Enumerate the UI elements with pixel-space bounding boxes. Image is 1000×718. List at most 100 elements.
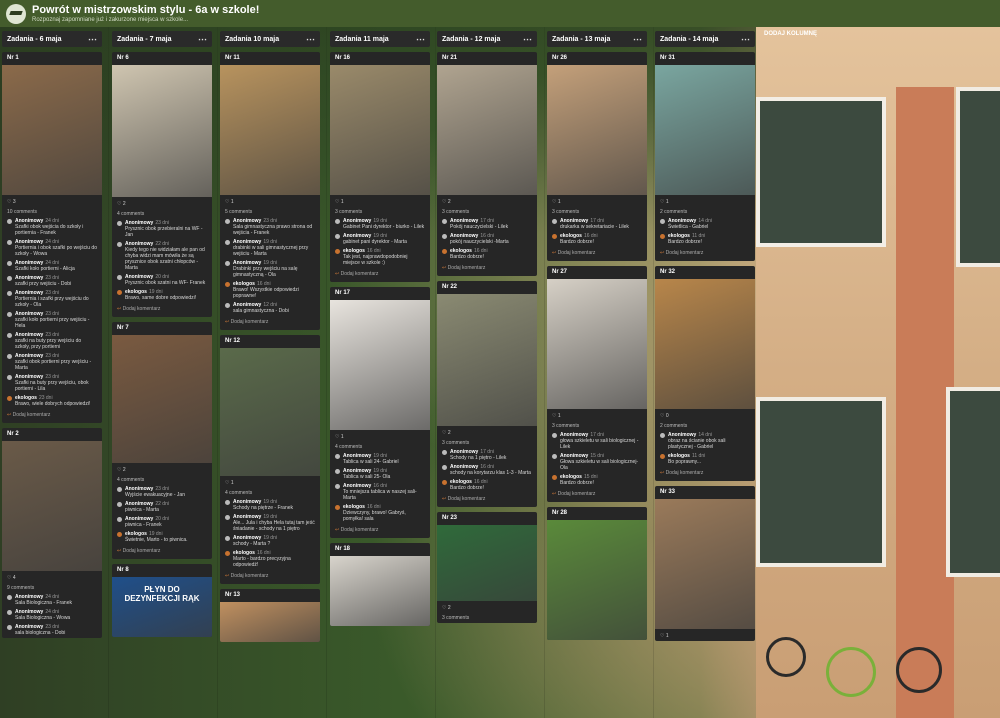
post-photo[interactable] <box>220 348 320 476</box>
column-menu-icon[interactable]: ⋯ <box>88 34 97 45</box>
likes-count[interactable]: ♡ 1 <box>547 195 647 207</box>
post-photo[interactable] <box>220 65 320 195</box>
comment: Anonimowy 16 dni schody na korytarzu klas … <box>437 463 537 478</box>
post-photo[interactable] <box>112 335 212 463</box>
avatar <box>7 333 12 338</box>
add-column-button[interactable]: DODAJ KOLUMNĘ <box>764 31 817 37</box>
column-menu-icon[interactable]: ⋯ <box>416 34 425 45</box>
likes-count[interactable]: ♡ 1 <box>220 476 320 488</box>
post-card[interactable]: Nr 7 ♡ 2 4 comments Anonimowy 23 dni Wyjście … <box>112 322 212 559</box>
column-title: Zadania - 6 maja <box>7 35 62 43</box>
post-photo[interactable] <box>437 65 537 195</box>
likes-count[interactable]: ♡ 2 <box>437 195 537 207</box>
post-card[interactable]: Nr 21 ♡ 2 3 comments Anonimowy 17 dni Pokój n… <box>437 52 537 276</box>
column-menu-icon[interactable]: ⋯ <box>633 34 642 45</box>
column-menu-icon[interactable]: ⋯ <box>306 34 315 45</box>
likes-count[interactable]: ♡ 2 <box>437 426 537 438</box>
post-number: Nr 27 <box>552 269 568 275</box>
post-photo[interactable] <box>547 520 647 640</box>
post-card[interactable]: Nr 13 <box>220 589 320 642</box>
post-photo[interactable] <box>220 602 320 642</box>
add-comment-button[interactable]: Dodaj komentarz <box>330 268 430 282</box>
post-photo[interactable] <box>655 65 755 195</box>
post-card[interactable]: Nr 17 ♡ 1 4 comments Anonimowy 19 dni Tablica… <box>330 287 430 538</box>
post-card[interactable]: Nr 32 ♡ 0 2 comments Anonimowy 14 dni obraz n… <box>655 266 755 481</box>
likes-count[interactable]: ♡ 1 <box>330 195 430 207</box>
post-card[interactable]: Nr 12 ♡ 1 4 comments Anonimowy 19 dni Schody … <box>220 335 320 584</box>
post-card[interactable]: Nr 8 PŁYN DO DEZYNFEKCJI RĄK <box>112 564 212 637</box>
add-comment-button[interactable]: Dodaj komentarz <box>112 303 212 317</box>
post-card[interactable]: Nr 18 <box>330 543 430 626</box>
add-comment-button[interactable]: Dodaj komentarz <box>547 247 647 261</box>
likes-count[interactable]: ♡ 1 <box>655 195 755 207</box>
post-card[interactable]: Nr 2 ♡ 4 9 comments Anonimowy 24 dni Sala Bio… <box>2 428 102 638</box>
post-photo[interactable] <box>655 499 755 629</box>
post-card[interactable]: Nr 11 ♡ 1 5 comments Anonimowy 23 dni Sala gi… <box>220 52 320 330</box>
post-photo[interactable] <box>2 65 102 195</box>
likes-count[interactable]: ♡ 1 <box>655 629 755 641</box>
add-comment-button[interactable]: Dodaj komentarz <box>655 467 755 481</box>
post-photo[interactable] <box>437 525 537 601</box>
post-card[interactable]: Nr 31 ♡ 1 2 comments Anonimowy 14 dni Świetli… <box>655 52 755 261</box>
post-card[interactable]: Nr 6 ♡ 2 4 comments Anonimowy 23 dni Prysznic… <box>112 52 212 317</box>
add-comment-button[interactable]: Dodaj komentarz <box>220 316 320 330</box>
post-card[interactable]: Nr 23 ♡ 2 3 comments <box>437 512 537 623</box>
post-photo[interactable] <box>655 279 755 409</box>
post-card[interactable]: Nr 16 ♡ 1 3 comments Anonimowy 19 dni Gabinet… <box>330 52 430 282</box>
add-comment-button[interactable]: Dodaj komentarz <box>220 570 320 584</box>
add-comment-button[interactable]: Dodaj komentarz <box>437 262 537 276</box>
add-comment-button[interactable]: Dodaj komentarz <box>547 488 647 502</box>
add-comment-button[interactable]: Dodaj komentarz <box>655 247 755 261</box>
post-photo[interactable] <box>330 65 430 195</box>
comment: ekologos 16 dni Marto - bardzo precyzyjna … <box>220 549 320 570</box>
column-header[interactable]: Zadania - 14 maja ⋯ <box>655 31 755 47</box>
likes-count[interactable]: ♡ 2 <box>437 601 537 613</box>
comment: Anonimowy 19 dni Ale... Jula i chyba Hela … <box>220 513 320 534</box>
add-comment-button[interactable]: Dodaj komentarz <box>112 545 212 559</box>
post-photo[interactable] <box>112 65 212 197</box>
comment-text: szafki obok portierni przy wejściu - Mar… <box>15 359 92 371</box>
post-card[interactable]: Nr 27 ♡ 1 3 comments Anonimowy 17 dni głowa s… <box>547 266 647 502</box>
column-header[interactable]: Zadania 10 maja ⋯ <box>220 31 320 47</box>
post-card[interactable]: Nr 26 ♡ 1 3 comments Anonimowy 17 dni drukark… <box>547 52 647 261</box>
likes-count[interactable]: ♡ 1 <box>330 430 430 442</box>
post-photo[interactable] <box>330 556 430 626</box>
post-card[interactable]: Nr 22 ♡ 2 3 comments Anonimowy 17 dni Schody … <box>437 281 537 507</box>
column-header[interactable]: Zadania 11 maja ⋯ <box>330 31 430 47</box>
comment-text: Sala Biologiczna - Franek <box>15 600 72 606</box>
post-number: Nr 17 <box>335 290 351 296</box>
add-comment-button[interactable]: Dodaj komentarz <box>2 409 102 423</box>
likes-count[interactable]: ♡ 2 <box>112 197 212 209</box>
likes-count[interactable]: ♡ 2 <box>112 463 212 475</box>
column-menu-icon[interactable]: ⋯ <box>523 34 532 45</box>
column-menu-icon[interactable]: ⋯ <box>741 34 750 45</box>
likes-count[interactable]: ♡ 0 <box>655 409 755 421</box>
add-comment-button[interactable]: Dodaj komentarz <box>437 493 537 507</box>
post-number: Nr 26 <box>552 55 568 61</box>
post-card[interactable]: Nr 1 ♡ 3 10 comments Anonimowy 24 dni Szafki … <box>2 52 102 423</box>
column-header[interactable]: Zadania - 13 maja ⋯ <box>547 31 647 47</box>
column-header[interactable]: Zadania - 7 maja ⋯ <box>112 31 212 47</box>
column-header[interactable]: Zadania - 12 maja ⋯ <box>437 31 537 47</box>
post-photo[interactable] <box>547 65 647 195</box>
comment-text: Tablica w sali 25- Ola <box>343 474 391 480</box>
likes-count[interactable]: ♡ 4 <box>2 571 102 583</box>
comment-text: Świetnie, Marto - to piwnica. <box>125 537 188 543</box>
comment-text: Dziewczyny, brawo! Gabryś, pomyłka! sala <box>343 510 406 522</box>
likes-count[interactable]: ♡ 1 <box>220 195 320 207</box>
column-header[interactable]: Zadania - 6 maja ⋯ <box>2 31 102 47</box>
post-card[interactable]: Nr 28 <box>547 507 647 640</box>
column-menu-icon[interactable]: ⋯ <box>198 34 207 45</box>
comment-text: Schody na piętrze - Franek <box>233 505 294 511</box>
column-title: Zadania 11 maja <box>335 35 389 43</box>
post-photo[interactable]: PŁYN DO DEZYNFEKCJI RĄK <box>112 577 212 637</box>
post-photo[interactable] <box>2 441 102 571</box>
post-photo[interactable] <box>330 300 430 430</box>
post-photo[interactable] <box>547 279 647 409</box>
post-card[interactable]: Nr 33 ♡ 1 <box>655 486 755 641</box>
add-comment-button[interactable]: Dodaj komentarz <box>330 524 430 538</box>
comment-text: Sala gimnastyczna prawo strona od wejści… <box>233 224 313 236</box>
post-photo[interactable] <box>437 294 537 426</box>
likes-count[interactable]: ♡ 3 <box>2 195 102 207</box>
likes-count[interactable]: ♡ 1 <box>547 409 647 421</box>
